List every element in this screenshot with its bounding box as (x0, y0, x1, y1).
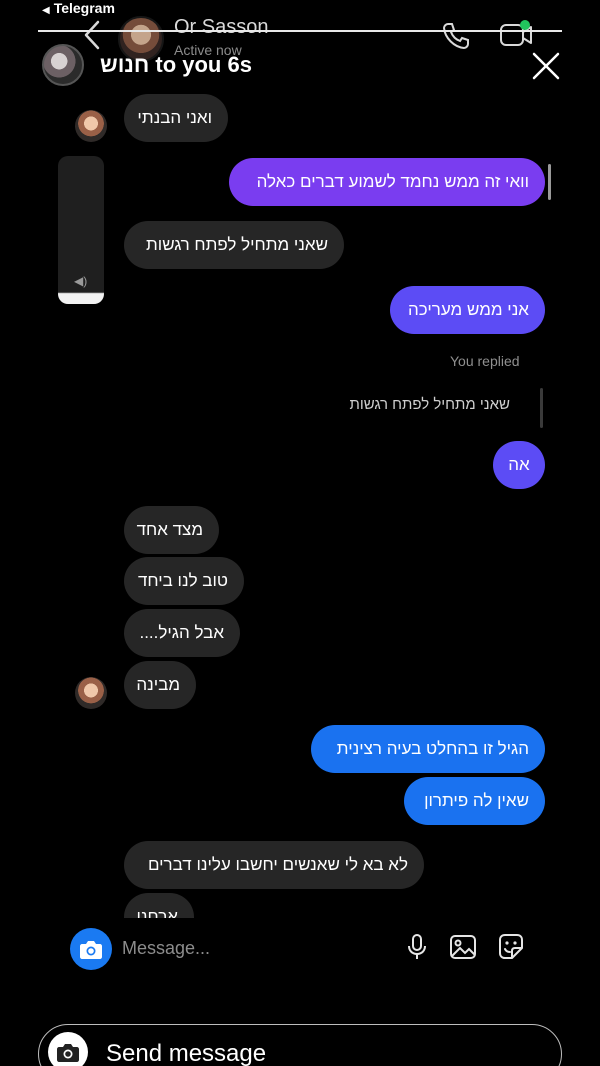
speaker-icon: ◀) (74, 274, 88, 288)
outgoing-message[interactable]: אני ממש מעריכה (390, 286, 545, 334)
incoming-message[interactable]: מבינה (124, 661, 196, 709)
sender-avatar[interactable] (75, 677, 107, 709)
incoming-message[interactable]: מצד אחד (124, 506, 219, 554)
outgoing-message[interactable]: שאין לה פיתרון (404, 777, 545, 825)
incoming-message[interactable]: שאני מתחיל לפתח רגשות (124, 221, 344, 269)
contact-name[interactable]: Or Sasson (174, 16, 268, 39)
back-chevron-icon[interactable] (78, 18, 108, 52)
story-title: חנוש to you 6s (100, 52, 252, 77)
phone-icon[interactable] (440, 20, 472, 52)
story-camera-button[interactable] (48, 1032, 88, 1066)
scroll-indicator[interactable] (548, 164, 551, 200)
quoted-reply-text: שאני מתחיל לפתח רגשות (349, 396, 510, 413)
incoming-message[interactable]: ואני הבנתי (124, 94, 228, 142)
quoted-reply-bar (540, 388, 543, 428)
message-input[interactable] (122, 936, 362, 960)
outgoing-message[interactable]: הגיל זו בהחלט בעיה רצינית (311, 725, 545, 773)
you-replied-label: You replied (450, 353, 520, 369)
sender-avatar[interactable] (75, 110, 107, 142)
camera-icon (57, 1044, 79, 1062)
microphone-icon[interactable] (402, 932, 432, 962)
story-author-avatar[interactable] (42, 44, 84, 86)
incoming-message[interactable]: אבל הגיל.... (124, 609, 240, 657)
outgoing-message[interactable]: וואי זה ממש נחמד לשמוע דברים כאלה (229, 158, 545, 206)
back-app-label: Telegram (53, 0, 115, 16)
status-bar-back[interactable]: ◀ Telegram (42, 0, 115, 16)
sticker-icon[interactable] (496, 932, 526, 962)
online-indicator-dot (520, 20, 530, 30)
camera-button[interactable] (70, 928, 112, 970)
incoming-message[interactable]: לא בא לי שאנשים יחשבו עלינו דברים (124, 841, 424, 889)
gallery-icon[interactable] (448, 932, 478, 962)
send-message-label[interactable]: Send message (106, 1040, 266, 1066)
camera-icon (80, 941, 102, 959)
close-icon[interactable] (528, 48, 564, 84)
story-progress-bar (38, 30, 562, 32)
incoming-message[interactable]: ארחנו (124, 893, 194, 921)
back-triangle-icon: ◀ (42, 5, 50, 16)
incoming-message[interactable]: טוב לנו ביחד (124, 557, 244, 605)
outgoing-message[interactable]: אה (493, 441, 545, 489)
